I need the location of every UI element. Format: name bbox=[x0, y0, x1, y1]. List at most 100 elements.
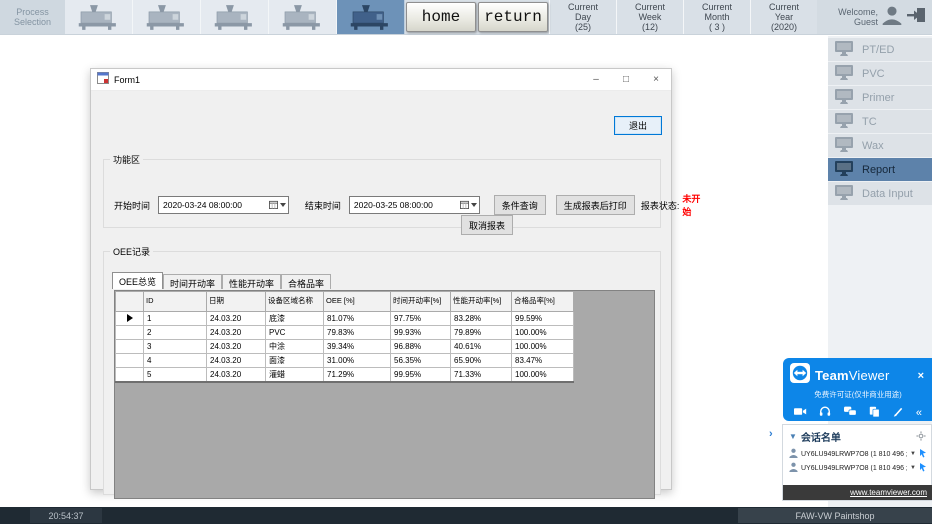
query-button[interactable]: 条件查询 bbox=[494, 195, 546, 215]
sidebar-item-pvc[interactable]: PVC bbox=[828, 62, 932, 85]
column-header-5[interactable]: 时间开动率[%] bbox=[391, 292, 451, 312]
session-item[interactable]: UY6LU949LRWP7O8 (1 810 496 ;▼ bbox=[783, 461, 931, 475]
machine-icon-4[interactable] bbox=[269, 0, 337, 34]
grid-cell[interactable]: 79.83% bbox=[324, 326, 391, 340]
machine-icon-2[interactable] bbox=[133, 0, 201, 34]
grid-cell[interactable]: 24.03.20 bbox=[207, 368, 266, 382]
table-row[interactable]: 224.03.20PVC79.83%99.93%79.89%100.00% bbox=[116, 326, 574, 340]
grid-cell[interactable]: 71.33% bbox=[451, 368, 512, 382]
grid-cell[interactable]: 中涂 bbox=[266, 340, 324, 354]
grid-cell[interactable]: 4 bbox=[144, 354, 207, 368]
grid-cell[interactable]: 79.89% bbox=[451, 326, 512, 340]
close-button[interactable]: × bbox=[641, 69, 671, 90]
generate-print-button[interactable]: 生成报表后打印 bbox=[556, 195, 635, 215]
grid-cell[interactable]: 2 bbox=[144, 326, 207, 340]
chevron-down-icon[interactable]: ▼ bbox=[910, 465, 916, 471]
grid-cell[interactable]: 100.00% bbox=[512, 326, 574, 340]
home-button[interactable]: home bbox=[406, 2, 476, 32]
table-row[interactable]: 524.03.20灌蜡71.29%99.95%71.33%100.00% bbox=[116, 368, 574, 382]
end-time-picker[interactable]: 2020-03-25 08:00:00 bbox=[349, 196, 480, 214]
maximize-button[interactable]: □ bbox=[611, 69, 641, 90]
column-header-7[interactable]: 合格品率[%] bbox=[512, 292, 574, 312]
whiteboard-icon[interactable] bbox=[893, 406, 904, 420]
remote-cursor-icon[interactable] bbox=[919, 449, 927, 460]
tab-3[interactable]: 性能开动率 bbox=[222, 274, 281, 289]
column-header-1[interactable]: ID bbox=[144, 292, 207, 312]
sidebar-item-tc[interactable]: TC bbox=[828, 110, 932, 133]
grid-cell[interactable]: 99.95% bbox=[391, 368, 451, 382]
chevron-down-icon[interactable] bbox=[280, 203, 286, 207]
chat-icon[interactable] bbox=[844, 406, 857, 420]
row-selector[interactable] bbox=[116, 340, 144, 354]
column-header-6[interactable]: 性能开动率[%] bbox=[451, 292, 512, 312]
chevron-down-icon[interactable]: ▼ bbox=[910, 451, 916, 457]
table-row[interactable]: 124.03.20底漆81.07%97.75%83.28%99.59% bbox=[116, 312, 574, 326]
grid-cell[interactable]: 99.93% bbox=[391, 326, 451, 340]
grid-cell[interactable]: 1 bbox=[144, 312, 207, 326]
tab-1[interactable]: OEE总览 bbox=[112, 272, 163, 289]
grid-cell[interactable]: 面漆 bbox=[266, 354, 324, 368]
grid-cell[interactable]: 底漆 bbox=[266, 312, 324, 326]
sidebar-item-report[interactable]: Report bbox=[828, 158, 932, 181]
return-button[interactable]: return bbox=[478, 2, 548, 32]
tab-4[interactable]: 合格品率 bbox=[281, 274, 331, 289]
minimize-button[interactable]: – bbox=[581, 69, 611, 90]
column-header-2[interactable]: 日期 bbox=[207, 292, 266, 312]
sidebar-item-pt-ed[interactable]: PT/ED bbox=[828, 38, 932, 61]
cancel-report-button[interactable]: 取消报表 bbox=[461, 215, 513, 235]
file-transfer-icon[interactable] bbox=[869, 406, 880, 420]
grid-cell[interactable]: 24.03.20 bbox=[207, 354, 266, 368]
sidebar-item-data-input[interactable]: Data Input bbox=[828, 182, 932, 205]
grid-cell[interactable]: 40.61% bbox=[451, 340, 512, 354]
video-camera-icon[interactable] bbox=[794, 406, 807, 420]
close-icon[interactable]: × bbox=[916, 370, 926, 382]
panel-expand-chevron-icon[interactable]: › bbox=[769, 428, 773, 440]
sidebar-item-wax[interactable]: Wax bbox=[828, 134, 932, 157]
remote-cursor-icon[interactable] bbox=[919, 463, 927, 474]
grid-cell[interactable]: 24.03.20 bbox=[207, 326, 266, 340]
machine-icon-1[interactable] bbox=[65, 0, 133, 34]
session-header-row[interactable]: ▼ 会话名单 bbox=[783, 425, 931, 447]
oee-datagrid[interactable]: ID日期设备区域名称OEE [%]时间开动率[%]性能开动率[%]合格品率[%]… bbox=[114, 290, 655, 499]
grid-cell[interactable]: 99.59% bbox=[512, 312, 574, 326]
row-selector[interactable] bbox=[116, 354, 144, 368]
table-row[interactable]: 324.03.20中涂39.34%96.88%40.61%100.00% bbox=[116, 340, 574, 354]
sidebar-item-primer[interactable]: Primer bbox=[828, 86, 932, 109]
column-header-4[interactable]: OEE [%] bbox=[324, 292, 391, 312]
session-item[interactable]: UY6LU949LRWP7O8 (1 810 496 ;▼ bbox=[783, 447, 931, 461]
grid-cell[interactable]: 24.03.20 bbox=[207, 312, 266, 326]
grid-cell[interactable]: 83.47% bbox=[512, 354, 574, 368]
gear-icon[interactable] bbox=[916, 431, 926, 443]
grid-cell[interactable]: 5 bbox=[144, 368, 207, 382]
grid-cell[interactable]: 81.07% bbox=[324, 312, 391, 326]
grid-cell[interactable]: 96.88% bbox=[391, 340, 451, 354]
grid-cell[interactable]: 灌蜡 bbox=[266, 368, 324, 382]
headset-icon[interactable] bbox=[819, 406, 831, 420]
grid-cell[interactable]: 83.28% bbox=[451, 312, 512, 326]
grid-cell[interactable]: 97.75% bbox=[391, 312, 451, 326]
start-time-picker[interactable]: 2020-03-24 08:00:00 bbox=[158, 196, 289, 214]
row-selector[interactable] bbox=[116, 326, 144, 340]
machine-icon-3[interactable] bbox=[201, 0, 269, 34]
grid-cell[interactable]: 100.00% bbox=[512, 368, 574, 382]
row-selector[interactable] bbox=[116, 312, 144, 326]
grid-cell[interactable]: 65.90% bbox=[451, 354, 512, 368]
teamviewer-link[interactable]: www.teamviewer.com bbox=[850, 488, 927, 497]
grid-cell[interactable]: 39.34% bbox=[324, 340, 391, 354]
machine-icon-5[interactable] bbox=[337, 0, 405, 34]
grid-cell[interactable]: 31.00% bbox=[324, 354, 391, 368]
tab-2[interactable]: 时间开动率 bbox=[163, 274, 222, 289]
row-selector[interactable] bbox=[116, 368, 144, 382]
column-header-3[interactable]: 设备区域名称 bbox=[266, 292, 324, 312]
collapse-icon[interactable]: « bbox=[916, 408, 922, 419]
grid-cell[interactable]: 56.35% bbox=[391, 354, 451, 368]
window-titlebar[interactable]: Form1 – □ × bbox=[91, 69, 671, 91]
grid-cell[interactable]: PVC bbox=[266, 326, 324, 340]
grid-cell[interactable]: 24.03.20 bbox=[207, 340, 266, 354]
grid-cell[interactable]: 71.29% bbox=[324, 368, 391, 382]
grid-cell[interactable]: 100.00% bbox=[512, 340, 574, 354]
chevron-down-icon[interactable] bbox=[471, 203, 477, 207]
chevron-down-icon[interactable]: ▼ bbox=[789, 432, 797, 441]
exit-button[interactable]: 退出 bbox=[614, 116, 662, 135]
grid-cell[interactable]: 3 bbox=[144, 340, 207, 354]
